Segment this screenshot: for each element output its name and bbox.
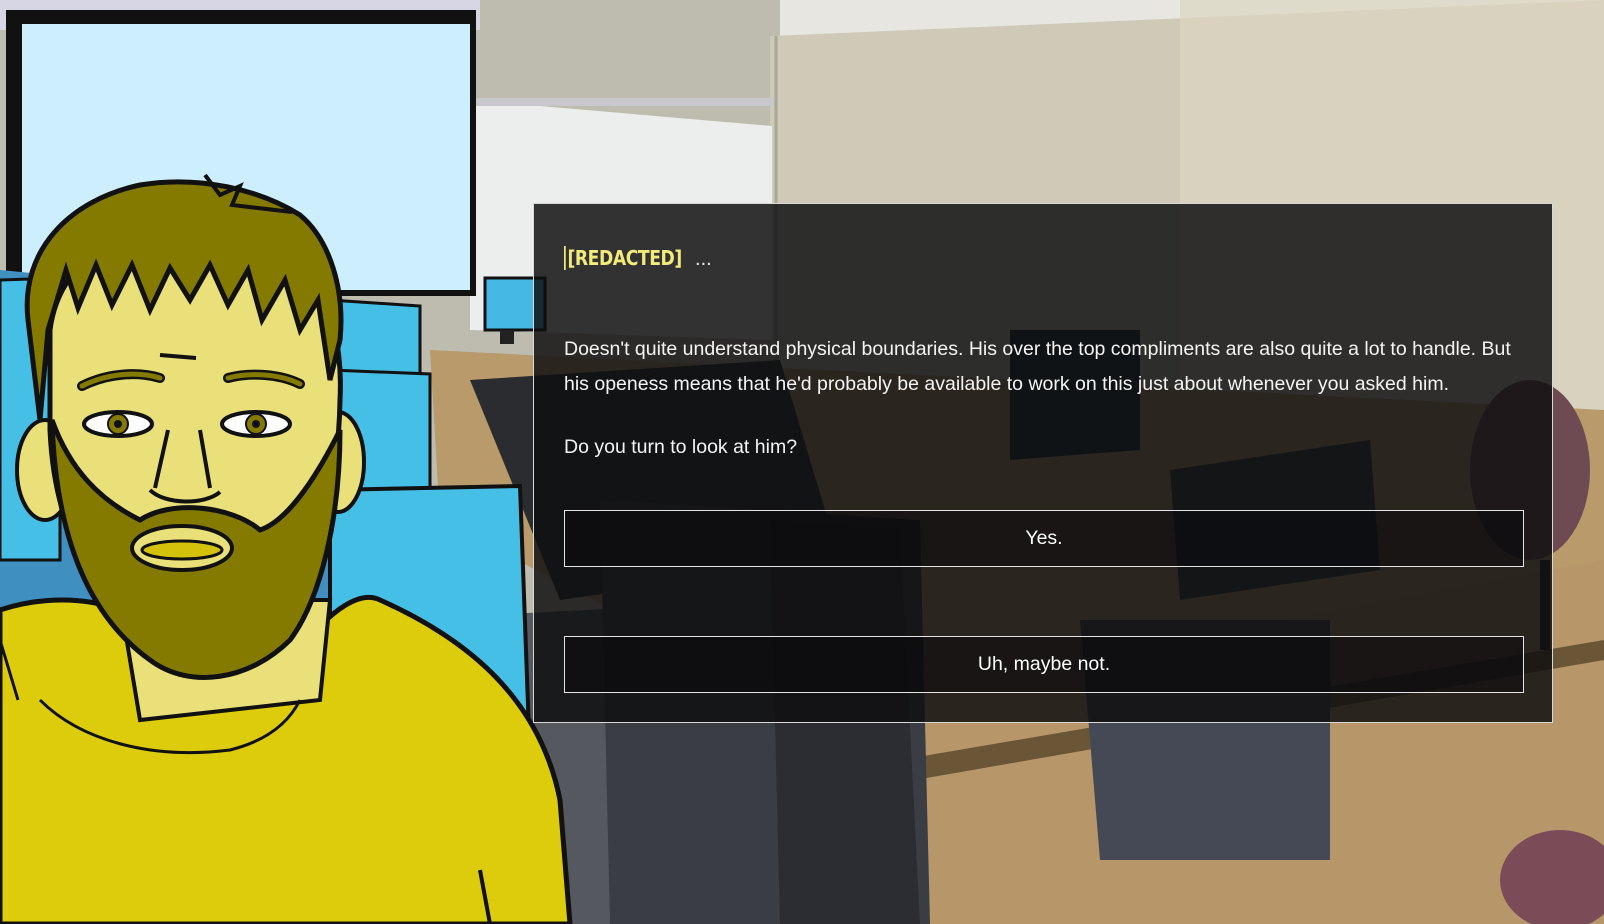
speaker-line: [REDACTED] ...: [564, 246, 1522, 280]
speaker-name: [REDACTED]: [564, 246, 682, 270]
choice-maybe-not-button[interactable]: Uh, maybe not.: [564, 636, 1524, 693]
dialog-body-text: Doesn't quite understand physical bounda…: [564, 338, 1511, 395]
dialog-panel: [REDACTED] ... Doesn't quite understand …: [533, 203, 1553, 723]
dialog-question: Do you turn to look at him?: [564, 436, 798, 458]
speaker-ellipsis: ...: [695, 248, 712, 270]
choice-yes-button[interactable]: Yes.: [564, 510, 1524, 567]
game-stage: [REDACTED] ... Doesn't quite understand …: [0, 0, 1604, 924]
